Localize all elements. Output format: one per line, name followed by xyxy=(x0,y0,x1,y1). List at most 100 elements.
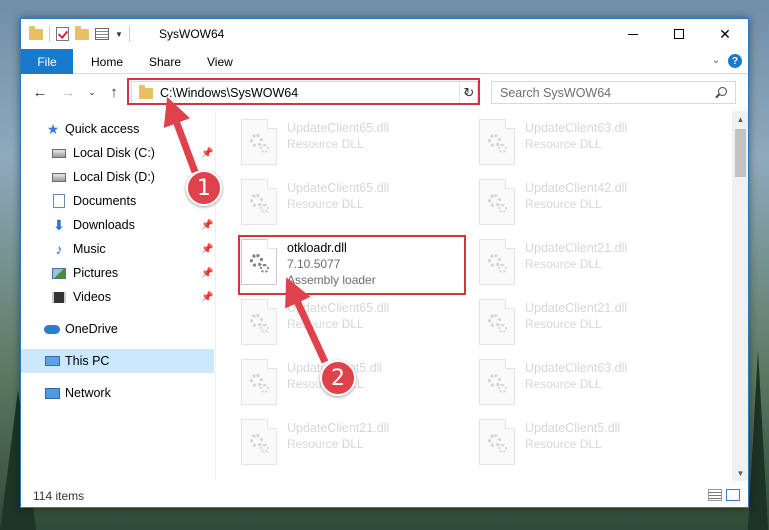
sidebar-item-videos[interactable]: Videos 📌 xyxy=(21,285,214,309)
file-item[interactable]: UpdateClient5.dll Resource DLL xyxy=(475,415,705,471)
tab-view[interactable]: View xyxy=(207,49,233,74)
toolbar-separator xyxy=(128,26,130,42)
chevron-down-icon[interactable]: ▼ xyxy=(115,30,123,39)
file-item[interactable]: UpdateClient65.dll Resource DLL xyxy=(237,295,467,351)
close-icon: ✕ xyxy=(719,25,731,42)
disk-icon xyxy=(51,146,67,160)
file-type: Resource DLL xyxy=(525,257,602,271)
step-marker-1: 1 xyxy=(186,170,222,206)
dll-file-icon xyxy=(241,419,277,465)
help-icon[interactable]: ? xyxy=(728,54,742,68)
downloads-icon: ⬇ xyxy=(53,216,65,233)
folder-icon xyxy=(29,25,43,40)
back-button[interactable]: ← xyxy=(31,81,49,103)
refresh-button[interactable]: ↻ xyxy=(459,81,478,104)
address-path: C:\Windows\SysWOW64 xyxy=(160,86,299,100)
scroll-up-icon[interactable]: ▲ xyxy=(732,111,748,127)
file-type: Resource DLL xyxy=(525,137,602,151)
dll-file-icon xyxy=(241,119,277,165)
documents-icon xyxy=(51,194,67,208)
file-type: Resource DLL xyxy=(287,317,364,331)
file-name: UpdateClient5.dll xyxy=(525,421,621,435)
sidebar-item-onedrive[interactable]: OneDrive xyxy=(21,317,214,341)
sidebar-item-label: Local Disk (C:) xyxy=(73,146,155,160)
sidebar-item-label: Documents xyxy=(73,194,137,208)
dll-file-icon xyxy=(241,299,277,345)
minimize-button[interactable] xyxy=(610,19,656,49)
navigation-bar: ← → ⌄ ↑ C:\Windows\SysWOW64 ⌄ ↻ xyxy=(21,75,748,109)
sidebar-item-pictures[interactable]: Pictures 📌 xyxy=(21,261,214,285)
maximize-button[interactable] xyxy=(656,19,702,49)
sidebar-item-local-disk-c[interactable]: Local Disk (C:) 📌 xyxy=(21,141,214,165)
file-name: UpdateClient21.dll xyxy=(287,421,390,435)
music-icon: ♪ xyxy=(55,241,63,257)
new-folder-icon[interactable] xyxy=(75,25,89,40)
file-item[interactable]: UpdateClient65.dll Resource DLL xyxy=(237,115,467,171)
scrollbar-thumb[interactable] xyxy=(735,129,746,177)
sidebar-item-documents[interactable]: Documents 📌 xyxy=(21,189,214,213)
forward-arrow-icon: → xyxy=(60,83,76,101)
sidebar-item-label: Videos xyxy=(73,290,111,304)
sidebar-item-label: OneDrive xyxy=(65,322,118,336)
star-icon: ★ xyxy=(46,120,60,137)
properties-check-icon[interactable] xyxy=(56,27,69,41)
customize-toolbar-icon[interactable] xyxy=(95,28,109,40)
file-item[interactable]: UpdateClient65.dll Resource DLL xyxy=(237,175,467,231)
dll-file-icon xyxy=(479,239,515,285)
expand-ribbon-icon[interactable]: ⌄ xyxy=(712,55,720,66)
file-item-otkloadr[interactable]: otkloadr.dll 7.10.5077 Assembly loader xyxy=(237,235,467,291)
tab-share[interactable]: Share xyxy=(149,49,181,74)
tab-file[interactable]: File xyxy=(21,49,73,74)
forward-button[interactable]: → xyxy=(59,81,77,103)
file-name: UpdateClient65.dll xyxy=(287,301,390,315)
details-view-icon[interactable] xyxy=(708,489,722,501)
large-icons-view-icon[interactable] xyxy=(726,489,740,501)
address-bar[interactable]: C:\Windows\SysWOW64 ⌄ xyxy=(131,81,478,104)
tab-home[interactable]: Home xyxy=(91,49,123,74)
chevron-down-icon: ⌄ xyxy=(88,86,96,97)
sidebar-item-label: Local Disk (D:) xyxy=(73,170,155,184)
up-button[interactable]: ↑ xyxy=(105,81,123,103)
title-bar: ▼ SysWOW64 ✕ xyxy=(21,19,748,49)
sidebar-item-local-disk-d[interactable]: Local Disk (D:) xyxy=(21,165,214,189)
dll-file-icon xyxy=(479,179,515,225)
pin-icon: 📌 xyxy=(201,243,214,255)
file-name: otkloadr.dll xyxy=(287,241,347,255)
file-version: 7.10.5077 xyxy=(287,257,341,271)
sidebar-item-label: Downloads xyxy=(73,218,135,232)
pin-icon: 📌 xyxy=(201,219,214,231)
file-item[interactable]: UpdateClient42.dll Resource DLL xyxy=(475,175,705,231)
file-type: Assembly loader xyxy=(287,273,376,287)
network-icon xyxy=(44,386,60,400)
sidebar-item-music[interactable]: ♪ Music 📌 xyxy=(21,237,214,261)
window-title: SysWOW64 xyxy=(159,27,225,41)
minimize-icon xyxy=(628,33,638,35)
search-input[interactable] xyxy=(492,82,702,103)
file-item[interactable]: UpdateClient63.dll Resource DLL xyxy=(475,115,705,171)
back-arrow-icon: ← xyxy=(32,83,48,101)
close-button[interactable]: ✕ xyxy=(702,19,748,49)
sidebar-item-network[interactable]: Network xyxy=(21,381,214,405)
status-bar: 114 items xyxy=(21,483,748,507)
recent-locations-button[interactable]: ⌄ xyxy=(87,81,97,103)
file-item[interactable]: UpdateClient21.dll Resource DLL xyxy=(475,295,705,351)
file-type: Resource DLL xyxy=(287,437,364,451)
file-type: Resource DLL xyxy=(525,377,602,391)
vertical-scrollbar[interactable]: ▲ ▼ xyxy=(732,111,748,481)
sidebar-item-quick-access[interactable]: ★ Quick access xyxy=(21,117,214,141)
dll-file-icon xyxy=(241,179,277,225)
this-pc-icon xyxy=(44,354,60,368)
sidebar-item-label: Music xyxy=(73,242,106,256)
dll-file-icon xyxy=(241,359,277,405)
scroll-down-icon[interactable]: ▼ xyxy=(732,465,748,481)
sidebar-item-this-pc[interactable]: This PC xyxy=(21,349,214,373)
search-box[interactable] xyxy=(491,81,736,104)
file-item[interactable]: UpdateClient21.dll Resource DLL xyxy=(237,415,467,471)
file-item[interactable]: UpdateClient63.dll Resource DLL xyxy=(475,355,705,411)
pin-icon: 📌 xyxy=(201,147,214,159)
refresh-icon: ↻ xyxy=(463,84,475,100)
sidebar-item-downloads[interactable]: ⬇ Downloads 📌 xyxy=(21,213,214,237)
file-item[interactable]: UpdateClient21.dll Resource DLL xyxy=(475,235,705,291)
search-icon[interactable] xyxy=(718,87,727,96)
file-type: Resource DLL xyxy=(287,137,364,151)
